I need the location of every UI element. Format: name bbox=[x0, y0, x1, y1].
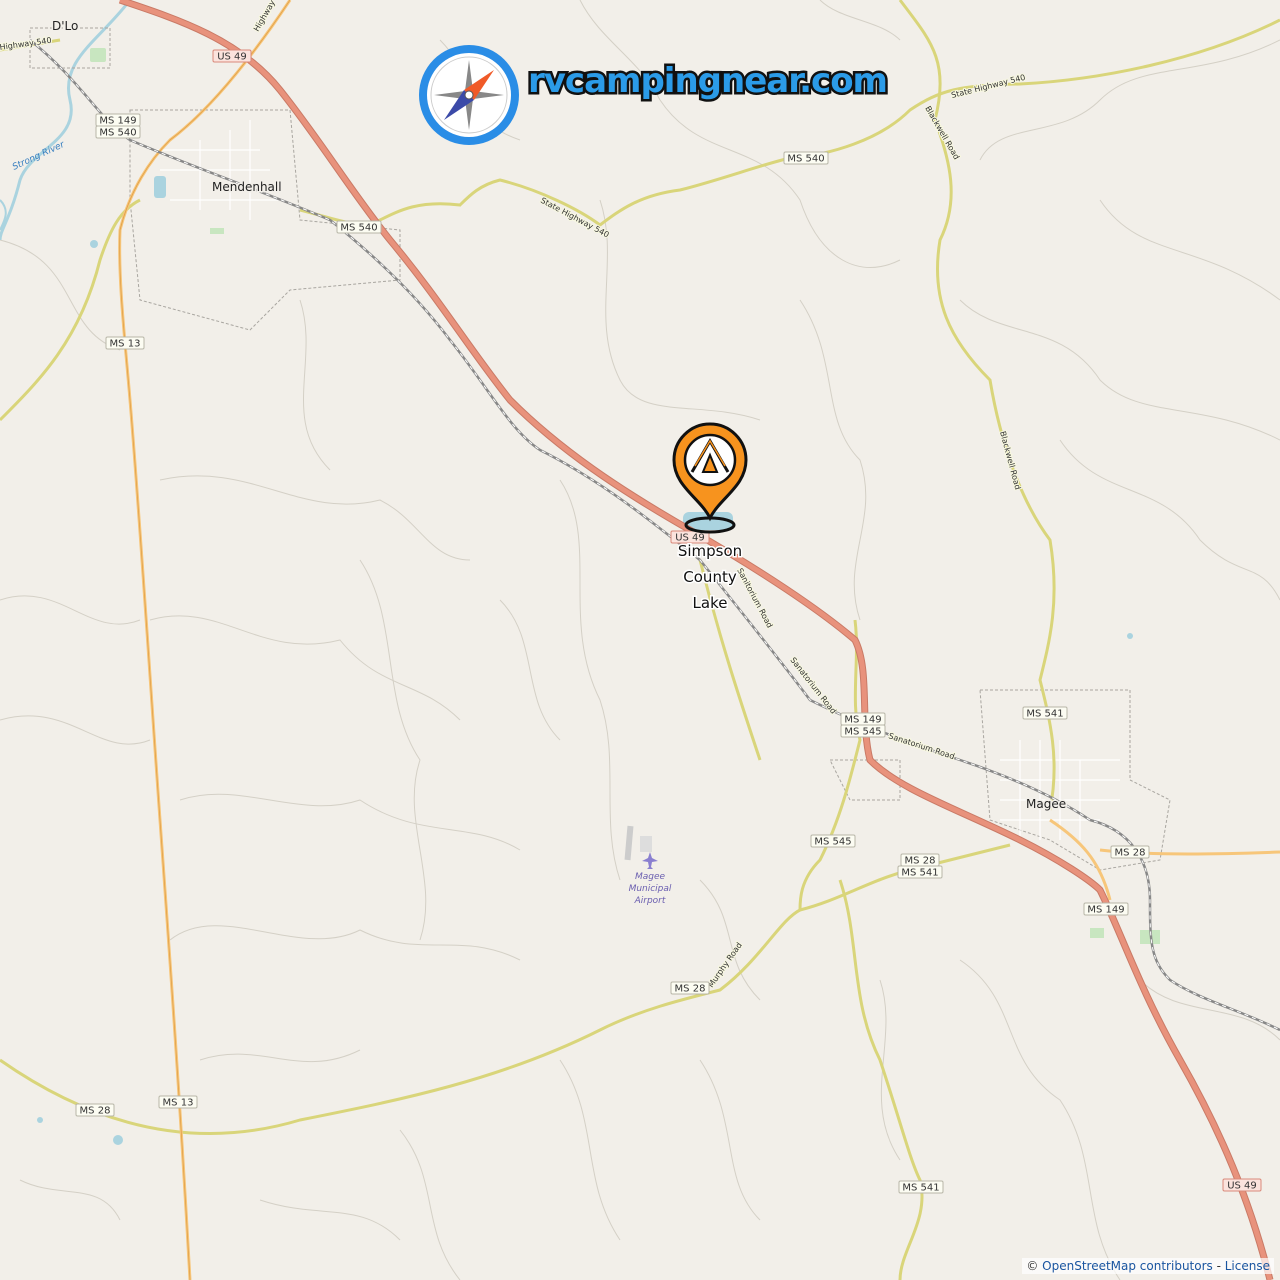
marker-label-line-2: County bbox=[683, 568, 737, 586]
license-link[interactable]: License bbox=[1225, 1259, 1270, 1273]
airport-runway bbox=[624, 825, 652, 861]
route-shield-label: MS 28 bbox=[905, 856, 936, 867]
brand-text: rvcampingnear.com bbox=[528, 61, 887, 101]
river-label: Strong River bbox=[11, 139, 67, 172]
road-label-state-highway-540-east: State Highway 540 bbox=[950, 73, 1026, 100]
route-shield-label: MS 540 bbox=[99, 128, 136, 139]
place-dlo: D'Lo bbox=[52, 19, 78, 33]
brand-logo[interactable]: rvcampingnear.com bbox=[419, 45, 890, 145]
route-shield-label: MS 541 bbox=[902, 1183, 939, 1194]
route-shield-label: MS 541 bbox=[1026, 709, 1063, 720]
route-shield-label: MS 28 bbox=[675, 984, 706, 995]
route-shield-label: US 49 bbox=[217, 52, 247, 63]
route-shield-ms149-ms545-a: MS 149 bbox=[840, 712, 886, 726]
route-shield-label: US 49 bbox=[1227, 1181, 1257, 1192]
minor-roads bbox=[0, 0, 1280, 1280]
road-label-sanatorium-road: Sanatorium Road bbox=[788, 656, 838, 716]
route-shield-ms28-center: MS 28 bbox=[670, 981, 710, 995]
route-shield-ms28-left: MS 28 bbox=[75, 1103, 115, 1117]
route-shield-ms13-bottom: MS 13 bbox=[158, 1095, 198, 1109]
route-shield-label: MS 13 bbox=[110, 339, 141, 350]
town-boundaries bbox=[29, 27, 1171, 871]
route-shield-ms541-bottom: MS 541 bbox=[898, 1180, 944, 1194]
map-layer: D'Lo Mendenhall Magee Strong River Highw… bbox=[0, 0, 1280, 1280]
route-shield-ms28-right: MS 28 bbox=[1110, 845, 1150, 859]
route-shield-label: MS 540 bbox=[340, 223, 377, 234]
route-shield-ms149-ms540-b: MS 540 bbox=[95, 125, 141, 139]
attribution-prefix: © bbox=[1026, 1259, 1043, 1273]
road-label-blackwell-road: Blackwell Road bbox=[923, 105, 961, 162]
route-shield-label: MS 540 bbox=[787, 154, 824, 165]
road-label-murphy-road: Murphy Road bbox=[706, 941, 744, 989]
airport-label-3: Airport bbox=[634, 896, 666, 906]
secondary-roads bbox=[118, 0, 1280, 1280]
road-label-blackwell-road-south: Blackwell Road bbox=[998, 430, 1022, 490]
marker-label-line-3: Lake bbox=[693, 594, 728, 612]
road-label-highway540: Highway 540 bbox=[0, 36, 52, 52]
airport-label-2: Municipal bbox=[629, 884, 672, 894]
route-shield-ms540-center: MS 540 bbox=[336, 220, 382, 234]
route-shield-label: MS 149 bbox=[1087, 905, 1124, 916]
airplane-icon bbox=[642, 852, 658, 869]
water-features bbox=[37, 176, 1133, 1145]
tertiary-roads bbox=[0, 0, 1280, 1280]
route-shield-ms28-ms541-b: MS 541 bbox=[897, 865, 943, 879]
airport-label-1: Magee bbox=[635, 872, 666, 882]
route-shield-us49-bottom: US 49 bbox=[1222, 1178, 1262, 1192]
road-label-highway-1: Highway 1 bbox=[252, 0, 281, 33]
route-shield-label: MS 545 bbox=[844, 727, 881, 738]
route-shield-label: MS 28 bbox=[80, 1106, 111, 1117]
route-shield-ms149-ms545-b: MS 545 bbox=[840, 724, 886, 738]
route-shield-label: MS 149 bbox=[844, 715, 881, 726]
route-shield-label: MS 541 bbox=[901, 868, 938, 879]
place-magee: Magee bbox=[1026, 797, 1066, 811]
route-shield-ms540-right: MS 540 bbox=[783, 151, 829, 165]
marker-label-line-1: Simpson bbox=[678, 542, 742, 560]
town-streets bbox=[150, 120, 1120, 840]
route-shield-ms149-ms540-a: MS 149 bbox=[95, 113, 141, 127]
route-shield-ms28-ms541-a: MS 28 bbox=[900, 853, 940, 867]
attribution: © OpenStreetMap contributors - License bbox=[1022, 1258, 1274, 1274]
route-shield-us49-top: US 49 bbox=[212, 49, 252, 63]
route-shield-label: MS 149 bbox=[99, 116, 136, 127]
attribution-separator: - bbox=[1212, 1259, 1225, 1273]
route-shield-label: MS 28 bbox=[1115, 848, 1146, 859]
compass-icon bbox=[419, 45, 519, 145]
route-shield-ms149-bottom: MS 149 bbox=[1083, 902, 1129, 916]
us49-trunk-road bbox=[118, 0, 1274, 1280]
route-shield-ms13-top: MS 13 bbox=[105, 336, 145, 350]
road-label-sanatorium-road-east: Sanatorium Road bbox=[887, 731, 955, 761]
road-label-state-highway-540: State Highway 540 bbox=[539, 196, 610, 240]
route-shield-ms545: MS 545 bbox=[810, 834, 856, 848]
route-shield-label: MS 545 bbox=[814, 837, 851, 848]
route-shield-label: MS 13 bbox=[163, 1098, 194, 1109]
map-canvas[interactable]: D'Lo Mendenhall Magee Strong River Highw… bbox=[0, 0, 1280, 1280]
route-shields: US 49MS 149MS 540MS 540MS 540MS 13US 49M… bbox=[75, 49, 1262, 1194]
place-mendenhall: Mendenhall bbox=[212, 180, 282, 194]
route-shield-ms541-top: MS 541 bbox=[1022, 706, 1068, 720]
osm-contributors-link[interactable]: OpenStreetMap contributors bbox=[1042, 1259, 1213, 1273]
